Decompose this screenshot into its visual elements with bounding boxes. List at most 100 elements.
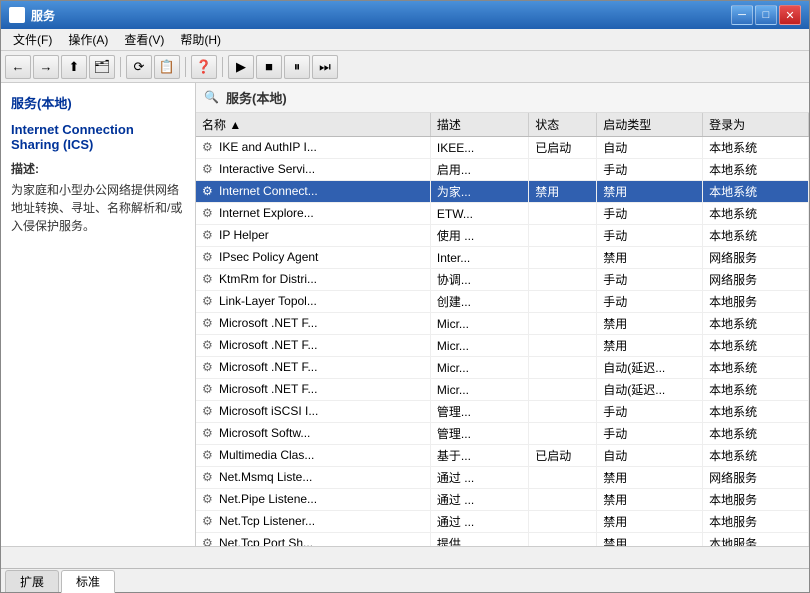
restart-button[interactable]: ⏭ (312, 55, 338, 79)
table-row[interactable]: ⚙IKE and AuthIP I...IKEE...已启动自动本地系统 (196, 137, 809, 159)
table-row[interactable]: ⚙Microsoft Softw...管理...手动本地系统 (196, 423, 809, 445)
table-row[interactable]: ⚙Link-Layer Topol...创建...手动本地服务 (196, 291, 809, 313)
window-icon: ⚙ (9, 7, 25, 23)
tab-expand[interactable]: 扩展 (5, 570, 59, 592)
table-row[interactable]: ⚙IPsec Policy AgentInter...禁用网络服务 (196, 247, 809, 269)
play-button[interactable]: ▶ (228, 55, 254, 79)
service-startup-cell: 自动(延迟... (597, 379, 703, 401)
table-row[interactable]: ⚙Net.Tcp Listener...通过 ...禁用本地服务 (196, 511, 809, 533)
service-name-cell: ⚙IPsec Policy Agent (196, 247, 430, 269)
service-login-cell: 本地服务 (703, 533, 809, 547)
service-startup-cell: 禁用 (597, 467, 703, 489)
service-name-cell: ⚙Microsoft .NET F... (196, 379, 430, 401)
service-name-cell: ⚙Microsoft .NET F... (196, 313, 430, 335)
pause-button[interactable]: ⏸ (284, 55, 310, 79)
service-login-cell: 本地系统 (703, 423, 809, 445)
toolbar-sep-2 (185, 57, 186, 77)
desc-label: 描述: (11, 160, 185, 177)
service-status-cell (529, 379, 597, 401)
table-row[interactable]: ⚙Microsoft .NET F...Micr...禁用本地系统 (196, 313, 809, 335)
service-name-cell: ⚙Microsoft Softw... (196, 423, 430, 445)
table-row[interactable]: ⚙Internet Connect...为家...禁用禁用本地系统 (196, 181, 809, 203)
service-status-cell (529, 203, 597, 225)
service-login-cell: 本地系统 (703, 203, 809, 225)
minimize-button[interactable]: ─ (731, 5, 753, 25)
service-desc-cell: 启用... (430, 159, 528, 181)
table-row[interactable]: ⚙Net.Msmq Liste...通过 ...禁用网络服务 (196, 467, 809, 489)
service-startup-cell: 禁用 (597, 489, 703, 511)
help-button[interactable]: ❓ (191, 55, 217, 79)
service-startup-cell: 手动 (597, 423, 703, 445)
left-panel: 服务(本地) Internet Connection Sharing (ICS)… (1, 83, 196, 546)
tab-standard[interactable]: 标准 (61, 570, 115, 593)
service-name-cell: ⚙Internet Explore... (196, 203, 430, 225)
service-login-cell: 本地系统 (703, 159, 809, 181)
table-row[interactable]: ⚙Microsoft .NET F...Micr...禁用本地系统 (196, 335, 809, 357)
show-hide-button[interactable]: 🗂 (89, 55, 115, 79)
service-desc-cell: 为家... (430, 181, 528, 203)
table-row[interactable]: ⚙Microsoft .NET F...Micr...自动(延迟...本地系统 (196, 379, 809, 401)
table-row[interactable]: ⚙Multimedia Clas...基于...已启动自动本地系统 (196, 445, 809, 467)
service-desc-cell: 通过 ... (430, 511, 528, 533)
col-header-login[interactable]: 登录为 (703, 113, 809, 137)
service-startup-cell: 自动 (597, 137, 703, 159)
table-row[interactable]: ⚙Net.Pipe Listene...通过 ...禁用本地服务 (196, 489, 809, 511)
services-table: 名称 ▲ 描述 状态 启动类型 登录为 ⚙IKE and AuthIP I...… (196, 113, 809, 546)
service-icon: ⚙ (202, 404, 216, 418)
table-row[interactable]: ⚙IP Helper使用 ...手动本地系统 (196, 225, 809, 247)
export-button[interactable]: 📋 (154, 55, 180, 79)
right-panel-title: 服务(本地) (226, 88, 287, 107)
main-area: 服务(本地) Internet Connection Sharing (ICS)… (1, 83, 809, 546)
col-header-name[interactable]: 名称 ▲ (196, 113, 430, 137)
service-name-cell: ⚙Multimedia Clas... (196, 445, 430, 467)
service-startup-cell: 手动 (597, 401, 703, 423)
service-startup-cell: 手动 (597, 225, 703, 247)
table-row[interactable]: ⚙KtmRm for Distri...协调...手动网络服务 (196, 269, 809, 291)
service-icon: ⚙ (202, 426, 216, 440)
table-row[interactable]: ⚙Net.Tcp Port Sh...提供...禁用本地服务 (196, 533, 809, 547)
maximize-button[interactable]: □ (755, 5, 777, 25)
service-desc-cell: 通过 ... (430, 489, 528, 511)
service-name-cell: ⚙KtmRm for Distri... (196, 269, 430, 291)
window-title: 服务 (31, 7, 731, 24)
menu-view[interactable]: 查看(V) (116, 29, 172, 50)
menu-file[interactable]: 文件(F) (5, 29, 60, 50)
stop-button[interactable]: ■ (256, 55, 282, 79)
service-icon: ⚙ (202, 184, 216, 198)
refresh-button[interactable]: ⟳ (126, 55, 152, 79)
service-login-cell: 本地系统 (703, 225, 809, 247)
service-icon: ⚙ (202, 316, 216, 330)
table-row[interactable]: ⚙Internet Explore...ETW...手动本地系统 (196, 203, 809, 225)
service-icon: ⚙ (202, 272, 216, 286)
close-button[interactable]: ✕ (779, 5, 801, 25)
service-status-cell: 禁用 (529, 181, 597, 203)
service-status-cell (529, 159, 597, 181)
col-header-status[interactable]: 状态 (529, 113, 597, 137)
up-button[interactable]: ⬆ (61, 55, 87, 79)
bottom-tabs: 扩展 标准 (1, 568, 809, 592)
services-table-container[interactable]: 名称 ▲ 描述 状态 启动类型 登录为 ⚙IKE and AuthIP I...… (196, 113, 809, 546)
back-button[interactable]: ← (5, 55, 31, 79)
main-window: ⚙ 服务 ─ □ ✕ 文件(F) 操作(A) 查看(V) 帮助(H) ← → ⬆… (0, 0, 810, 593)
service-name-cell: ⚙Net.Tcp Listener... (196, 511, 430, 533)
service-status-cell (529, 269, 597, 291)
service-status-cell (529, 335, 597, 357)
col-header-desc[interactable]: 描述 (430, 113, 528, 137)
service-status-cell (529, 467, 597, 489)
service-desc-cell: IKEE... (430, 137, 528, 159)
service-startup-cell: 禁用 (597, 247, 703, 269)
col-header-startup[interactable]: 启动类型 (597, 113, 703, 137)
service-startup-cell: 禁用 (597, 335, 703, 357)
service-startup-cell: 手动 (597, 291, 703, 313)
toolbar: ← → ⬆ 🗂 ⟳ 📋 ❓ ▶ ■ ⏸ ⏭ (1, 51, 809, 83)
table-row[interactable]: ⚙Microsoft .NET F...Micr...自动(延迟...本地系统 (196, 357, 809, 379)
table-row[interactable]: ⚙Interactive Servi...启用...手动本地系统 (196, 159, 809, 181)
table-row[interactable]: ⚙Microsoft iSCSI I...管理...手动本地系统 (196, 401, 809, 423)
panel-header-icon: 🔍 (204, 90, 220, 106)
desc-text: 为家庭和小型办公网络提供网络地址转换、寻址、名称解析和/或入侵保护服务。 (11, 181, 185, 235)
forward-button[interactable]: → (33, 55, 59, 79)
menu-action[interactable]: 操作(A) (60, 29, 116, 50)
service-status-cell (529, 401, 597, 423)
menu-help[interactable]: 帮助(H) (172, 29, 229, 50)
service-icon: ⚙ (202, 514, 216, 528)
